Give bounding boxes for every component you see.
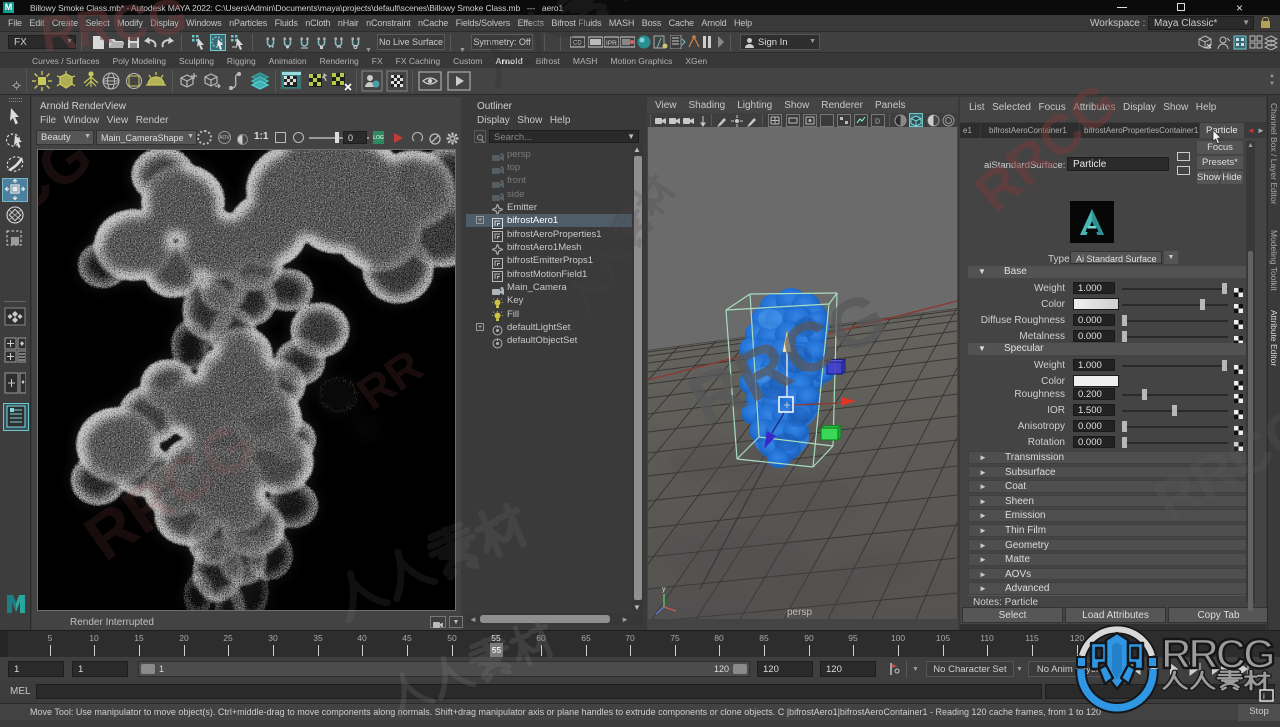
svg-text:IPR: IPR xyxy=(606,40,617,47)
svg-text:y: y xyxy=(662,586,666,593)
svg-text:CD: CD xyxy=(573,41,582,47)
svg-text:D: D xyxy=(875,119,880,126)
